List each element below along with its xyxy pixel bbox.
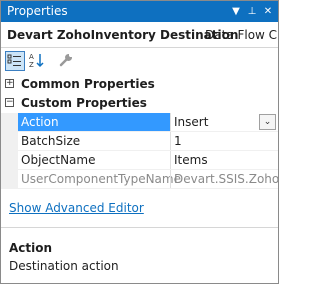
alphabetical-icon[interactable]: A Z <box>27 51 47 71</box>
property-name: UserComponentTypeName <box>21 172 181 186</box>
window-title: Properties <box>7 4 68 18</box>
category-label: Custom Properties <box>21 96 147 110</box>
pin-icon[interactable]: ⊥ <box>245 4 259 19</box>
category-common-properties[interactable]: + Common Properties <box>1 75 278 94</box>
categorized-icon[interactable] <box>5 51 25 71</box>
close-icon[interactable]: ✕ <box>261 4 275 19</box>
property-row-action[interactable]: Action Insert ⌄ <box>1 113 278 132</box>
property-name: Action <box>21 115 59 129</box>
window-menu-dropdown-icon[interactable]: ▼ <box>229 4 243 19</box>
svg-text:Z: Z <box>29 61 34 69</box>
property-name: BatchSize <box>21 134 81 148</box>
property-row-objectname[interactable]: ObjectName Items <box>1 151 278 170</box>
title-bar[interactable]: Properties ▼ ⊥ ✕ <box>1 1 278 22</box>
description-title: Action <box>9 241 53 255</box>
properties-window: Properties ▼ ⊥ ✕ Devart ZohoInventory De… <box>0 0 279 284</box>
collapse-icon[interactable]: − <box>5 98 14 107</box>
description-divider[interactable] <box>1 227 278 228</box>
object-name: Devart ZohoInventory Destination <box>7 28 239 42</box>
category-custom-properties[interactable]: − Custom Properties <box>1 94 278 113</box>
dropdown-chevron-icon[interactable]: ⌄ <box>259 114 276 130</box>
property-row-batchsize[interactable]: BatchSize 1 <box>1 132 278 151</box>
property-value[interactable]: Items <box>174 153 208 167</box>
description-text: Destination action <box>9 259 119 273</box>
property-name: ObjectName <box>21 153 96 167</box>
property-value[interactable]: 1 <box>174 134 182 148</box>
object-selector[interactable]: Devart ZohoInventory Destination Data Fl… <box>1 23 278 48</box>
properties-toolbar: A Z <box>1 48 278 74</box>
svg-text:A: A <box>29 53 34 61</box>
category-label: Common Properties <box>21 77 155 91</box>
show-advanced-editor-link[interactable]: Show Advanced Editor <box>9 201 144 215</box>
property-value[interactable]: Insert <box>174 115 208 129</box>
wrench-icon[interactable] <box>57 51 77 71</box>
property-value: Devart.SSIS.ZohoInv <box>174 172 279 186</box>
object-type: Data Flow C <box>205 28 278 42</box>
property-row-usercomponenttypename[interactable]: UserComponentTypeName Devart.SSIS.ZohoIn… <box>1 170 278 189</box>
expand-icon[interactable]: + <box>5 79 14 88</box>
